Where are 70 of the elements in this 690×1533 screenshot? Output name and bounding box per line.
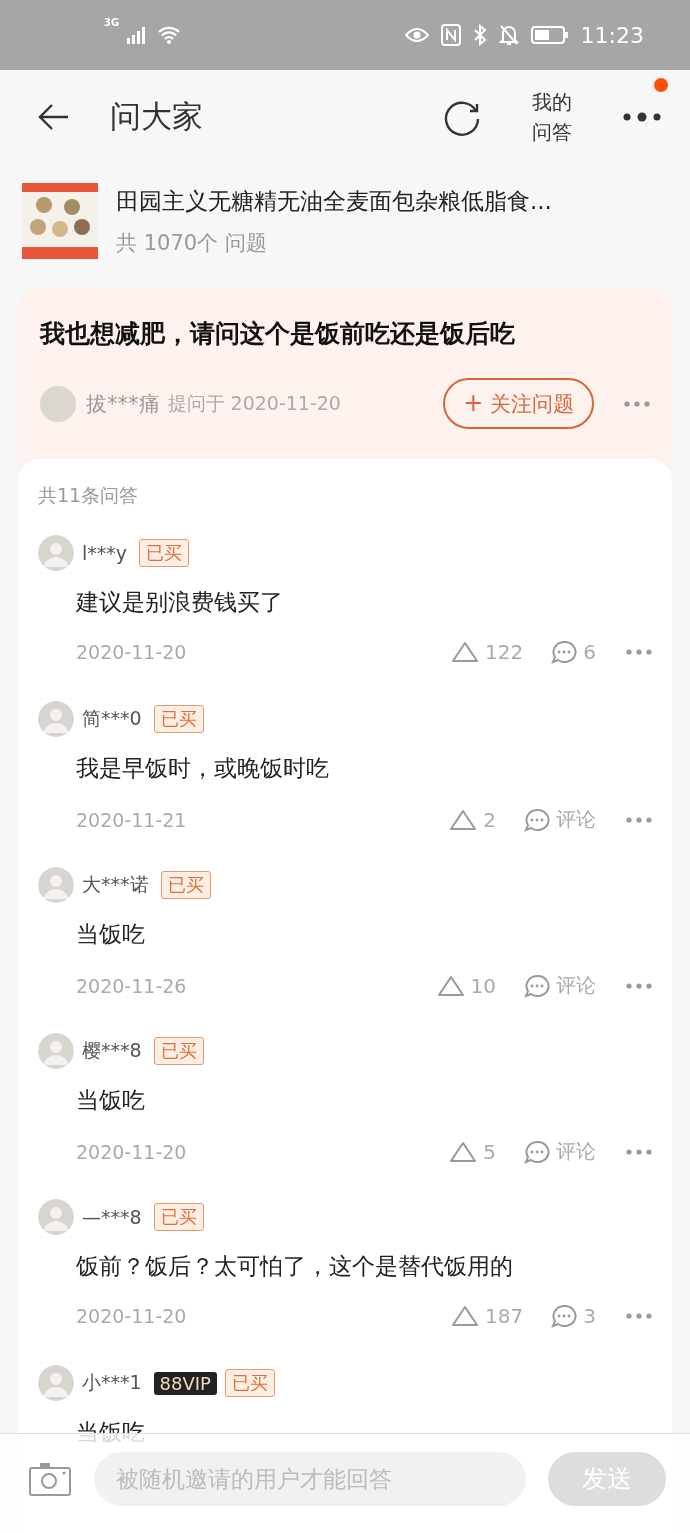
avatar [38,535,74,571]
answer-date: 2020-11-21 [76,808,188,831]
question-count: 共 1070个 问题 [116,229,268,257]
answer-text: 当饭吃 [76,1418,146,1447]
like-icon[interactable] [449,808,478,831]
avatar [38,1033,74,1069]
avatar [38,701,74,737]
network-type: 3G [104,17,120,28]
user-badge: 已买 [153,705,204,733]
answer-date: 2020-11-26 [76,974,188,997]
answer-text: 我是早饭时，或晚饭时吃 [76,754,330,783]
like-icon[interactable] [449,1140,478,1163]
answer-text: 当饭吃 [76,920,146,949]
comment-count: 6 [583,640,596,664]
answer-date: 2020-11-20 [76,641,188,663]
comment-icon[interactable] [551,1304,578,1328]
like-count: 187 [485,1304,524,1328]
muted-bell-icon [498,24,519,46]
clock-time: 11:23 [580,22,644,48]
user-name: —***8 [82,1206,142,1228]
like-icon[interactable] [451,1305,480,1327]
asked-date: 提问于 2020-11-20 [167,390,342,416]
eye-icon [404,27,429,43]
comment-icon[interactable] [551,640,578,664]
user-badge: 已买 [153,1203,204,1231]
answer-text: 当饭吃 [76,1086,146,1115]
product-title[interactable]: 田园主义无糖精无油全麦面包杂粮低脂食... [116,185,552,217]
wifi-icon [157,25,182,45]
answer-date: 2020-11-20 [76,1305,188,1327]
like-count: 122 [485,640,524,664]
avatar [38,1199,74,1235]
camera-icon[interactable] [28,1460,72,1497]
comment-count: 评论 [556,806,596,833]
comment-icon[interactable] [524,807,550,832]
back-arrow-icon[interactable] [38,102,70,131]
more-icon[interactable] [622,111,662,122]
nfc-icon [440,24,461,46]
question-text: 我也想减肥，请问这个是饭前吃还是饭后吃 [40,318,516,350]
user-badge: 已买 [225,1369,275,1397]
like-icon[interactable] [451,641,480,663]
battery-icon [530,25,569,45]
like-icon[interactable] [436,974,465,997]
asker-name: 拔***痛 [86,390,160,418]
user-badge: 已买 [153,1037,204,1065]
like-count: 10 [470,973,496,998]
comment-icon[interactable] [524,973,550,998]
comment-count: 评论 [556,972,596,999]
avatar [38,1365,74,1401]
comment-count: 评论 [556,1138,596,1165]
user-badge: 已买 [160,871,211,899]
user-name: 简***0 [82,706,142,731]
like-count: 5 [483,1139,496,1164]
avatar [38,867,74,903]
bluetooth-icon [472,24,487,46]
user-name: 大***诺 [82,872,149,897]
answer-date: 2020-11-20 [76,1140,188,1163]
user-badge: 88VIP [153,1371,217,1395]
answer-count: 共11条问答 [38,483,140,508]
user-name: l***y [82,542,128,564]
like-count: 2 [483,807,496,832]
my-qa-button[interactable]: 我的 问答 [532,86,572,147]
avatar [40,385,76,422]
comment-count: 3 [583,1304,596,1328]
comment-icon[interactable] [524,1139,550,1164]
user-name: 樱***8 [82,1038,142,1063]
answer-text: 建议是别浪费钱买了 [76,588,284,617]
answer-text: 饭前？饭后？太可怕了，这个是替代饭用的 [76,1252,514,1281]
page-title: 问大家 [110,96,204,136]
user-badge: 已买 [139,539,190,567]
user-name: 小***1 [82,1370,142,1395]
